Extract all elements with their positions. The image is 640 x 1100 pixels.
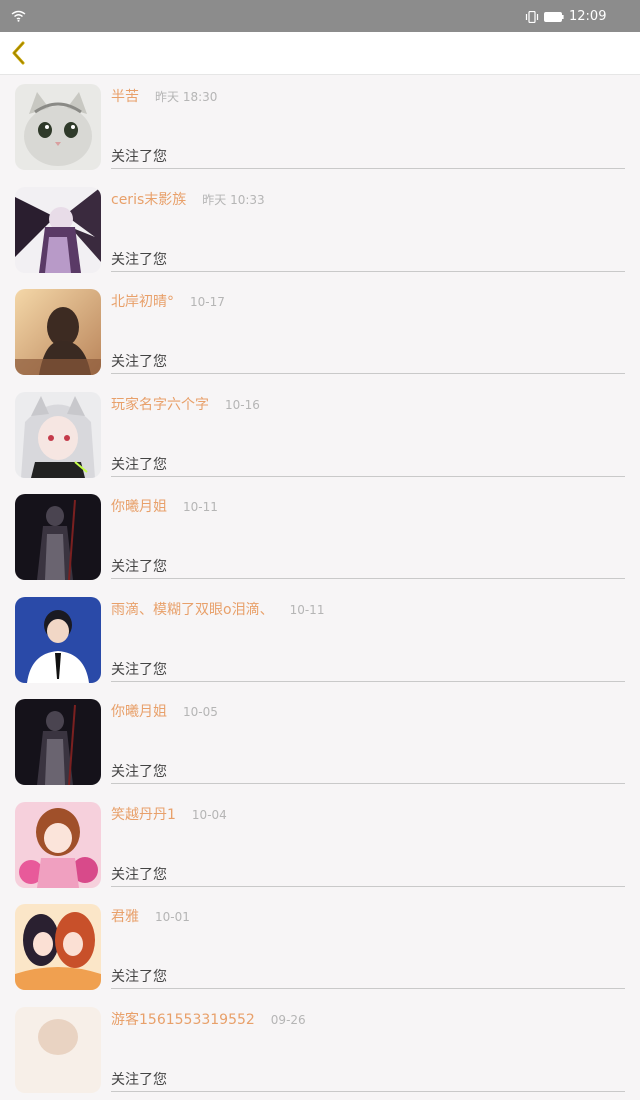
divider <box>111 988 625 989</box>
back-button[interactable] <box>4 36 38 70</box>
divider <box>111 271 625 272</box>
follow-action-text: 关注了您 <box>111 148 167 166</box>
list-item[interactable]: 游客156155331955209-26 关注了您 <box>0 998 640 1100</box>
user-name[interactable]: 半苦昨天 18:30 <box>111 88 217 106</box>
user-name[interactable]: ceris末影族昨天 10:33 <box>111 191 265 209</box>
user-name[interactable]: 北岸初晴°10-17 <box>111 293 225 311</box>
divider <box>111 476 625 477</box>
avatar[interactable] <box>15 597 101 683</box>
avatar[interactable] <box>15 904 101 990</box>
chevron-left-icon <box>11 41 27 65</box>
timestamp: 10-05 <box>183 705 218 719</box>
avatar[interactable] <box>15 802 101 888</box>
divider <box>111 168 625 169</box>
divider <box>111 886 625 887</box>
user-name[interactable]: 玩家名字六个字10-16 <box>111 396 260 414</box>
list-item[interactable]: 北岸初晴°10-17 关注了您 <box>0 280 640 383</box>
follow-action-text: 关注了您 <box>111 251 167 269</box>
list-item[interactable]: 笑越丹丹110-04 关注了您 <box>0 793 640 896</box>
timestamp: 10-01 <box>155 910 190 924</box>
timestamp: 昨天 18:30 <box>155 90 217 104</box>
wifi-icon <box>11 10 26 22</box>
timestamp: 10-11 <box>290 603 325 617</box>
timestamp: 10-17 <box>190 295 225 309</box>
user-name[interactable]: 笑越丹丹110-04 <box>111 806 227 824</box>
list-item[interactable]: 你曦月姐10-05 关注了您 <box>0 690 640 793</box>
timestamp: 09-26 <box>271 1013 306 1027</box>
avatar[interactable] <box>15 187 101 273</box>
avatar[interactable] <box>15 1007 101 1093</box>
vibrate-icon <box>525 11 539 23</box>
battery-icon <box>544 12 564 22</box>
list-item[interactable]: 玩家名字六个字10-16 关注了您 <box>0 383 640 486</box>
list-item[interactable]: 君雅10-01 关注了您 <box>0 895 640 998</box>
follow-action-text: 关注了您 <box>111 353 167 371</box>
divider <box>111 783 625 784</box>
list-item[interactable]: 半苦昨天 18:30 关注了您 <box>0 75 640 178</box>
user-name[interactable]: 你曦月姐10-11 <box>111 498 218 516</box>
user-name[interactable]: 雨滴、模糊了双眼o泪滴、10-11 <box>111 601 324 619</box>
follow-action-text: 关注了您 <box>111 968 167 986</box>
status-bar: 12:09 <box>0 0 640 32</box>
timestamp: 10-11 <box>183 500 218 514</box>
avatar[interactable] <box>15 392 101 478</box>
follow-action-text: 关注了您 <box>111 661 167 679</box>
timestamp: 10-04 <box>192 808 227 822</box>
avatar[interactable] <box>15 84 101 170</box>
follow-action-text: 关注了您 <box>111 866 167 884</box>
follow-notification-list: 半苦昨天 18:30 关注了您 ceris末影族昨天 10:33 关注了您 <box>0 75 640 1100</box>
avatar[interactable] <box>15 494 101 580</box>
divider <box>111 373 625 374</box>
nav-bar <box>0 32 640 75</box>
user-name[interactable]: 游客156155331955209-26 <box>111 1011 306 1029</box>
follow-action-text: 关注了您 <box>111 558 167 576</box>
list-item[interactable]: 雨滴、模糊了双眼o泪滴、10-11 关注了您 <box>0 588 640 691</box>
avatar[interactable] <box>15 289 101 375</box>
divider <box>111 578 625 579</box>
user-name[interactable]: 君雅10-01 <box>111 908 190 926</box>
user-name[interactable]: 你曦月姐10-05 <box>111 703 218 721</box>
follow-action-text: 关注了您 <box>111 763 167 781</box>
follow-action-text: 关注了您 <box>111 456 167 474</box>
status-clock: 12:09 <box>569 9 606 24</box>
divider <box>111 681 625 682</box>
timestamp: 10-16 <box>225 398 260 412</box>
follow-action-text: 关注了您 <box>111 1071 167 1089</box>
timestamp: 昨天 10:33 <box>202 193 264 207</box>
list-item[interactable]: ceris末影族昨天 10:33 关注了您 <box>0 178 640 281</box>
avatar[interactable] <box>15 699 101 785</box>
divider <box>111 1091 625 1092</box>
list-item[interactable]: 你曦月姐10-11 关注了您 <box>0 485 640 588</box>
